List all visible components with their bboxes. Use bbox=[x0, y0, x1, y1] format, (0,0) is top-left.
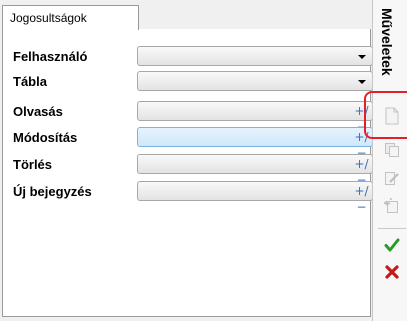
row-modify: Módosítás +/− bbox=[13, 127, 373, 160]
read-label: Olvasás bbox=[13, 104, 63, 119]
row-table: Tábla bbox=[13, 71, 373, 91]
copy-button[interactable] bbox=[382, 140, 402, 160]
modify-label: Módosítás bbox=[13, 130, 78, 145]
row-user: Felhasználó bbox=[13, 46, 373, 66]
new-entry-label: Új bejegyzés bbox=[13, 184, 92, 199]
delete-field[interactable]: +/− bbox=[137, 154, 373, 187]
permissions-panel: Felhasználó Tábla Olvasás +/− Módosítás bbox=[2, 29, 373, 317]
dropdown-arrow-icon[interactable] bbox=[358, 80, 366, 84]
read-field[interactable]: +/− bbox=[137, 101, 373, 134]
plus-minus-icon[interactable]: +/− bbox=[353, 183, 370, 214]
edit-button[interactable] bbox=[382, 168, 402, 188]
actions-title: Műveletek bbox=[379, 8, 395, 76]
plus-minus-icon[interactable]: +/− bbox=[353, 156, 370, 187]
table-dropdown[interactable] bbox=[137, 71, 373, 91]
user-label: Felhasználó bbox=[13, 49, 88, 64]
delete-label: Törlés bbox=[13, 157, 53, 172]
permissions-window: Jogosultságok Felhasználó Tábla Olvasás … bbox=[0, 0, 407, 321]
cross-icon bbox=[385, 265, 399, 279]
table-label: Tábla bbox=[13, 74, 47, 89]
row-read: Olvasás +/− bbox=[13, 101, 373, 134]
dropdown-arrow-icon[interactable] bbox=[358, 55, 366, 59]
edit-icon bbox=[385, 172, 399, 185]
tab-permissions[interactable]: Jogosultságok bbox=[2, 5, 139, 30]
undo-button[interactable] bbox=[382, 196, 402, 216]
new-entry-field[interactable]: +/− bbox=[137, 181, 373, 214]
confirm-button[interactable] bbox=[382, 235, 402, 255]
sidebar-separator bbox=[378, 228, 406, 229]
row-new-entry: Új bejegyzés +/− bbox=[13, 181, 373, 214]
user-dropdown[interactable] bbox=[137, 46, 373, 66]
row-delete: Törlés +/− bbox=[13, 154, 373, 187]
tab-label: Jogosultságok bbox=[10, 11, 87, 25]
cancel-button[interactable] bbox=[382, 262, 402, 282]
modify-field[interactable]: +/− bbox=[137, 127, 373, 160]
undo-icon bbox=[384, 198, 398, 213]
copy-icon bbox=[385, 143, 399, 157]
check-icon bbox=[384, 238, 400, 252]
annotation-highlight bbox=[364, 91, 407, 139]
